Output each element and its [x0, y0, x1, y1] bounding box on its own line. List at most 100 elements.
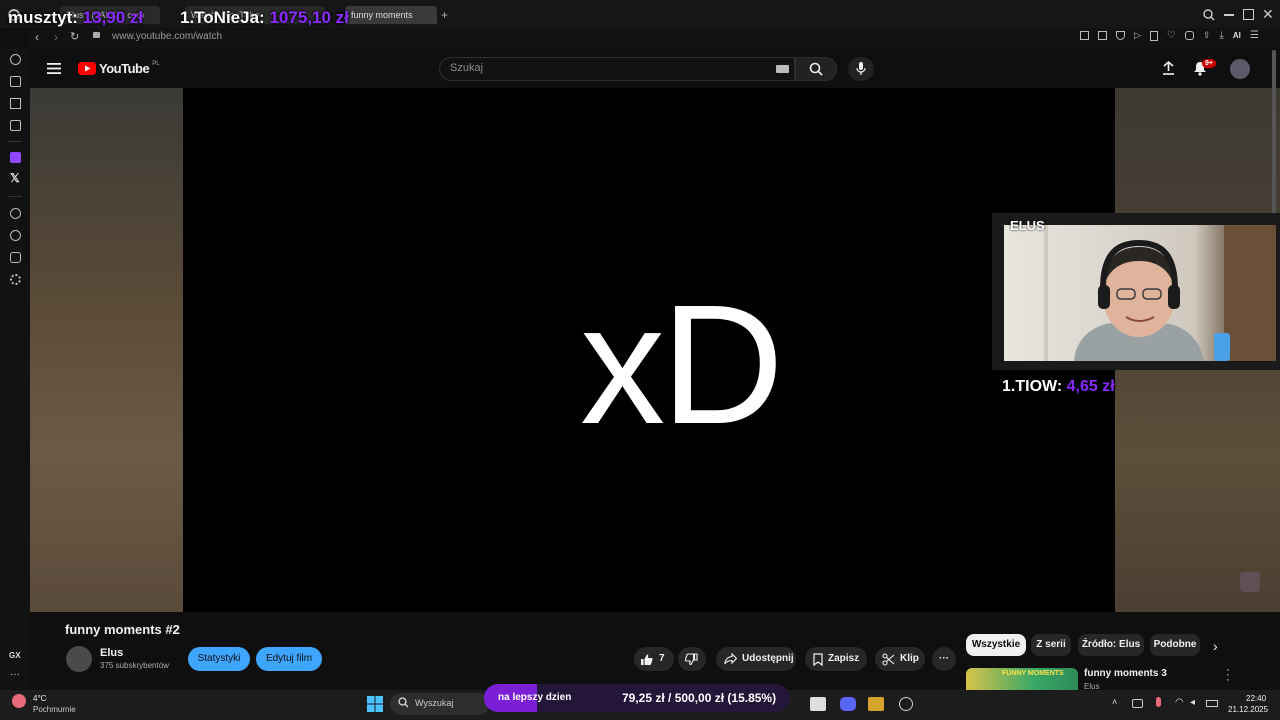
thumbs-up-icon: [641, 654, 653, 665]
tray-volume-icon[interactable]: ◂: [1190, 697, 1195, 708]
menu-icon[interactable]: [47, 63, 61, 74]
dislike-button[interactable]: [678, 647, 706, 671]
extensions-icon[interactable]: [1184, 31, 1194, 40]
youtube-logo[interactable]: YouTube PL: [78, 61, 160, 76]
sidebar-ai-icon[interactable]: [10, 76, 21, 87]
reload-icon[interactable]: ↻: [70, 30, 79, 43]
microphone-icon: [856, 62, 866, 75]
heart-icon[interactable]: ♡: [1167, 31, 1176, 44]
tray-mic-icon[interactable]: [1156, 697, 1161, 707]
clip-label: Klip: [900, 653, 919, 664]
keyboard-icon[interactable]: [776, 65, 789, 73]
chip-all[interactable]: Wszystkie: [966, 634, 1026, 656]
chip-series[interactable]: Z serii: [1031, 634, 1071, 656]
sidebar-wallet-icon[interactable]: [10, 98, 21, 109]
browser-toolbar-icons[interactable]: ▷ ♡ ⇪ ⤓ AI ☰: [1080, 31, 1270, 44]
miniplayer-icon[interactable]: [1240, 572, 1260, 592]
last-donor-label: musztyt:: [8, 8, 78, 27]
bookmark-icon: [813, 652, 823, 666]
recommendation-menu-icon[interactable]: · · ·: [1226, 665, 1230, 686]
recommendation-title[interactable]: funny moments 3: [1084, 668, 1167, 679]
taskbar-app-obs-icon[interactable]: [868, 697, 884, 711]
save-button[interactable]: Zapisz: [805, 647, 867, 671]
sidebar-extensions-icon[interactable]: [10, 252, 21, 263]
sidebar-player-icon[interactable]: [10, 208, 21, 219]
new-tab-plus-icon[interactable]: +: [441, 8, 448, 22]
windows-start-icon[interactable]: [367, 696, 383, 712]
sidebar-messenger-icon[interactable]: [10, 120, 21, 131]
sidebar-history-icon[interactable]: [10, 54, 21, 65]
opera-gx-icon[interactable]: GX: [9, 651, 21, 660]
share-button[interactable]: Udostępnij: [716, 647, 796, 671]
maximize-icon[interactable]: [1243, 9, 1254, 20]
webcam-donor-name: 1.TIOW:: [1002, 378, 1063, 395]
channel-name[interactable]: Elus: [100, 647, 123, 659]
twitch-icon[interactable]: [10, 152, 21, 163]
taskbar-app-epic-icon[interactable]: [810, 697, 826, 711]
bookmark-icon[interactable]: [1149, 31, 1158, 41]
video-title: funny moments #2: [65, 622, 180, 637]
stats-button[interactable]: Statystyki: [188, 647, 250, 671]
share-icon[interactable]: ⇪: [1203, 31, 1211, 44]
webcam-donor: 1.TIOW: 4,65 zł: [1002, 378, 1115, 396]
webcam-donor-amount: 4,65 zł: [1066, 378, 1115, 395]
clock-date[interactable]: 21.12.2025: [1228, 705, 1268, 714]
like-count: 7: [659, 653, 665, 664]
clock-time[interactable]: 22:40: [1246, 694, 1266, 703]
chip-source[interactable]: Źródło: Elus: [1078, 634, 1144, 656]
tray-wifi-icon[interactable]: ◠: [1175, 697, 1184, 708]
weather-icon[interactable]: [12, 694, 26, 708]
easy-setup-icon[interactable]: ☰: [1250, 31, 1259, 44]
tray-chevron-icon[interactable]: ˄: [1112, 697, 1117, 707]
youtube-logo-text: YouTube: [99, 61, 150, 76]
search-input[interactable]: [439, 57, 795, 81]
donation-goal-label: na lepszy dzien: [498, 692, 572, 703]
close-icon[interactable]: ✕: [1262, 6, 1274, 23]
taskbar-search-icon: [398, 697, 409, 708]
taskbar-app-discord-icon[interactable]: [840, 697, 856, 711]
chips-next-icon[interactable]: ›: [1213, 638, 1218, 654]
like-button[interactable]: 7: [634, 647, 674, 671]
webcam-name-label: ELUS: [1010, 218, 1045, 233]
x-twitter-icon[interactable]: 𝕏: [10, 172, 20, 184]
minimize-icon[interactable]: [1224, 14, 1234, 16]
tray-network-icon[interactable]: [1132, 699, 1143, 708]
ambient-left: [30, 88, 183, 612]
shield-icon[interactable]: [1116, 31, 1125, 40]
aria-icon[interactable]: AI: [1233, 31, 1241, 44]
snapshot-icon[interactable]: [1098, 31, 1107, 40]
browser-tab-active[interactable]: funny moments: [345, 6, 437, 24]
recommendation-thumbnail[interactable]: FUNNY MOMENTS: [966, 668, 1078, 690]
taskbar-search-label: Wyszukaj: [415, 698, 454, 708]
top-donor-amount: 1075,10 zł: [269, 8, 349, 27]
youtube-region: PL: [152, 61, 160, 67]
search-button[interactable]: [795, 57, 837, 81]
last-donor-amount: 13,90 zł: [82, 8, 144, 27]
search-tabs-icon[interactable]: [1203, 9, 1215, 21]
sidebar-settings-icon[interactable]: [10, 274, 21, 285]
youtube-play-icon: [78, 62, 96, 75]
forward-icon[interactable]: ›: [54, 30, 58, 44]
upload-icon[interactable]: [1162, 61, 1175, 75]
tray-battery-icon[interactable]: [1206, 700, 1218, 707]
download-icon[interactable]: ⤓: [1219, 31, 1223, 44]
subscriber-count: 375 subskrybentów: [100, 661, 169, 670]
sidebar-clock-icon[interactable]: [10, 230, 21, 241]
sidebar-more-icon[interactable]: ···: [10, 670, 20, 680]
back-icon[interactable]: ‹: [35, 30, 39, 44]
more-actions-button[interactable]: ···: [932, 647, 956, 671]
sidebar-divider-2: [8, 196, 22, 197]
pin-icon[interactable]: [1080, 31, 1089, 40]
save-label: Zapisz: [828, 653, 860, 664]
play-icon[interactable]: ▷: [1134, 31, 1141, 44]
voice-search-button[interactable]: [848, 57, 874, 81]
edit-video-button[interactable]: Edytuj film: [256, 647, 322, 671]
account-avatar[interactable]: [1230, 59, 1250, 79]
url-text[interactable]: www.youtube.com/watch: [112, 31, 222, 42]
weather-desc: Pochmurnie: [33, 705, 76, 714]
channel-avatar[interactable]: [66, 646, 92, 672]
chip-similar[interactable]: Podobne: [1150, 634, 1200, 656]
clip-button[interactable]: Klip: [875, 647, 925, 671]
taskbar-app-chrome-icon[interactable]: [899, 697, 913, 711]
top-donor-name: 1.ToNieJa:: [180, 8, 265, 27]
